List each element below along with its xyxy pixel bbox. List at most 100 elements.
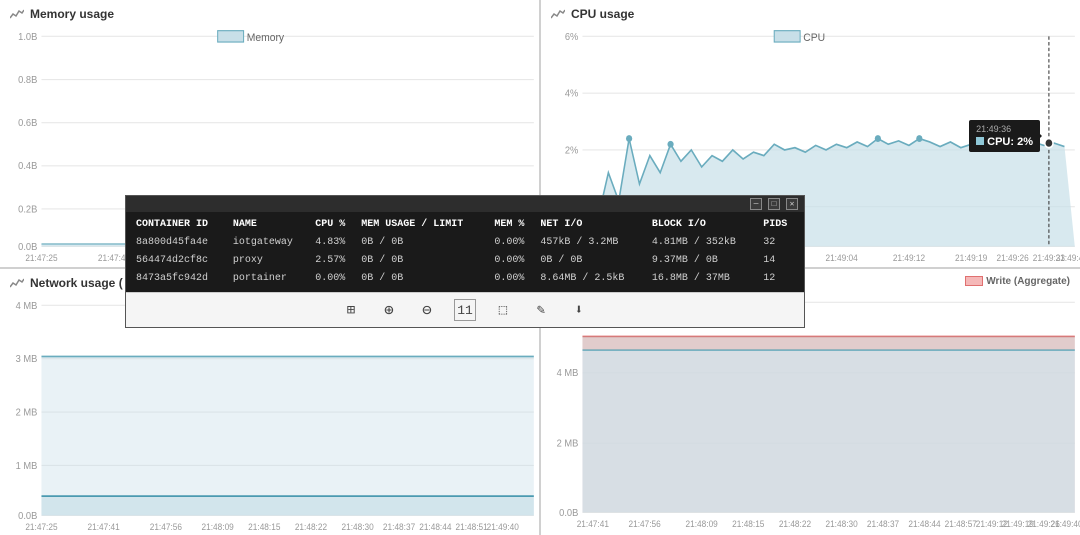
cpu-panel-title: CPU usage — [541, 0, 1080, 25]
svg-text:21:49:12: 21:49:12 — [893, 253, 925, 263]
cell-mem-usage: 0B / 0B — [357, 270, 490, 288]
chart-icon-memory — [10, 8, 24, 20]
modal-restore-btn[interactable]: □ — [768, 198, 780, 210]
svg-text:21:48:22: 21:48:22 — [295, 521, 327, 531]
cell-id: 8473a5fc942d — [132, 270, 229, 288]
crop-btn[interactable]: ⬚ — [492, 299, 514, 321]
cell-name: proxy — [229, 252, 311, 270]
table-row: 8473a5fc942d portainer 0.00% 0B / 0B 0.0… — [132, 270, 798, 288]
docker-stats-content: CONTAINER ID NAME CPU % MEM USAGE / LIMI… — [126, 212, 804, 292]
svg-text:0.8B: 0.8B — [18, 75, 37, 86]
svg-text:21:49:04: 21:49:04 — [825, 253, 857, 263]
cell-cpu: 2.57% — [311, 252, 357, 270]
svg-text:21:48:30: 21:48:30 — [341, 521, 373, 531]
modal-toolbar: ⊞ ⊕ ⊖ 11 ⬚ ✎ ⬇ — [126, 292, 804, 327]
reset-view-btn[interactable]: 11 — [454, 299, 476, 321]
svg-text:21:47:56: 21:47:56 — [629, 518, 661, 528]
cell-net: 8.64MB / 2.5kB — [536, 270, 647, 288]
svg-text:Memory: Memory — [247, 31, 285, 44]
svg-text:1.0B: 1.0B — [18, 31, 37, 42]
col-container-id: CONTAINER ID — [132, 216, 229, 234]
table-row: 8a800d45fa4e iotgateway 4.83% 0B / 0B 0.… — [132, 234, 798, 252]
cell-pids: 14 — [759, 252, 798, 270]
svg-text:0.6B: 0.6B — [18, 118, 37, 129]
svg-text:21:48:37: 21:48:37 — [867, 518, 899, 528]
svg-text:21:48:44: 21:48:44 — [908, 518, 940, 528]
zoom-out-btn[interactable]: ⊖ — [416, 299, 438, 321]
cell-mem-pct: 0.00% — [490, 234, 536, 252]
svg-text:21:47:41: 21:47:41 — [88, 521, 120, 531]
cell-block: 9.37MB / 0B — [648, 252, 759, 270]
edit-btn[interactable]: ✎ — [530, 299, 552, 321]
cell-mem-usage: 0B / 0B — [357, 252, 490, 270]
zoom-in-btn[interactable]: ⊕ — [378, 299, 400, 321]
cell-block: 4.81MB / 352kB — [648, 234, 759, 252]
table-row: 564474d2cf8c proxy 2.57% 0B / 0B 0.00% 0… — [132, 252, 798, 270]
cell-mem-usage: 0B / 0B — [357, 234, 490, 252]
svg-text:4%: 4% — [565, 88, 579, 99]
network-chart-area: 4 MB 3 MB 2 MB 1 MB 0.0B 21:47:25 21:47:… — [0, 294, 539, 533]
cell-name: iotgateway — [229, 234, 311, 252]
svg-text:0.2B: 0.2B — [18, 204, 37, 215]
cpu-title-label: CPU usage — [571, 7, 634, 21]
cell-name: portainer — [229, 270, 311, 288]
modal-minimize-btn[interactable]: ─ — [750, 198, 762, 210]
svg-text:21:48:09: 21:48:09 — [686, 518, 718, 528]
tooltip-time: 21:49:36 — [976, 124, 1033, 134]
svg-text:21:47:41: 21:47:41 — [577, 518, 609, 528]
svg-text:3 MB: 3 MB — [16, 353, 38, 364]
cell-id: 564474d2cf8c — [132, 252, 229, 270]
tooltip-cpu: CPU: 2% — [976, 136, 1033, 148]
svg-text:21:47:56: 21:47:56 — [150, 521, 182, 531]
cell-mem-pct: 0.00% — [490, 270, 536, 288]
svg-text:21:48:22: 21:48:22 — [779, 518, 811, 528]
cell-net: 457kB / 3.2MB — [536, 234, 647, 252]
svg-text:21:48:09: 21:48:09 — [202, 521, 234, 531]
memory-title-label: Memory usage — [30, 7, 114, 21]
docker-stats-table: CONTAINER ID NAME CPU % MEM USAGE / LIMI… — [132, 216, 798, 288]
svg-text:21:49:40: 21:49:40 — [1050, 518, 1080, 528]
chart-icon-cpu — [551, 8, 565, 20]
network-title-label: Network usage ( — [30, 276, 123, 290]
svg-text:2 MB: 2 MB — [16, 407, 38, 418]
col-mem-usage: MEM USAGE / LIMIT — [357, 216, 490, 234]
col-cpu: CPU % — [311, 216, 357, 234]
svg-text:1 MB: 1 MB — [16, 460, 38, 471]
svg-text:21:49:19: 21:49:19 — [955, 253, 987, 263]
cell-net: 0B / 0B — [536, 252, 647, 270]
docker-stats-modal: ─ □ ✕ CONTAINER ID NAME CPU % MEM USAGE … — [125, 195, 805, 328]
svg-text:0.0B: 0.0B — [18, 242, 37, 253]
col-mem-pct: MEM % — [490, 216, 536, 234]
col-pids: PIDS — [759, 216, 798, 234]
svg-text:21:49:40: 21:49:40 — [1056, 253, 1080, 263]
svg-text:6%: 6% — [565, 31, 579, 42]
svg-text:21:47:25: 21:47:25 — [25, 521, 57, 531]
svg-text:21:49:40: 21:49:40 — [487, 521, 519, 531]
cell-pids: 12 — [759, 270, 798, 288]
svg-text:21:48:30: 21:48:30 — [825, 518, 857, 528]
grid-view-btn[interactable]: ⊞ — [340, 299, 362, 321]
cell-cpu: 0.00% — [311, 270, 357, 288]
table-header-row: CONTAINER ID NAME CPU % MEM USAGE / LIMI… — [132, 216, 798, 234]
col-block: BLOCK I/O — [648, 216, 759, 234]
svg-text:4 MB: 4 MB — [557, 367, 579, 378]
svg-text:21:48:44: 21:48:44 — [419, 521, 451, 531]
svg-text:2%: 2% — [565, 145, 579, 156]
col-name: NAME — [229, 216, 311, 234]
download-btn[interactable]: ⬇ — [568, 299, 590, 321]
modal-close-btn[interactable]: ✕ — [786, 198, 798, 210]
svg-text:21:48:57: 21:48:57 — [945, 518, 977, 528]
col-net: NET I/O — [536, 216, 647, 234]
chart-icon-network — [10, 277, 24, 289]
cell-mem-pct: 0.00% — [490, 252, 536, 270]
cell-block: 16.8MB / 37MB — [648, 270, 759, 288]
svg-text:0.4B: 0.4B — [18, 161, 37, 172]
svg-text:2 MB: 2 MB — [557, 438, 579, 449]
svg-text:21:48:37: 21:48:37 — [383, 521, 415, 531]
svg-text:21:49:26: 21:49:26 — [996, 253, 1028, 263]
cell-cpu: 4.83% — [311, 234, 357, 252]
block-write-legend: Write (Aggregate) — [986, 276, 1070, 287]
svg-text:21:48:15: 21:48:15 — [732, 518, 764, 528]
cell-pids: 32 — [759, 234, 798, 252]
modal-titlebar: ─ □ ✕ — [126, 196, 804, 212]
